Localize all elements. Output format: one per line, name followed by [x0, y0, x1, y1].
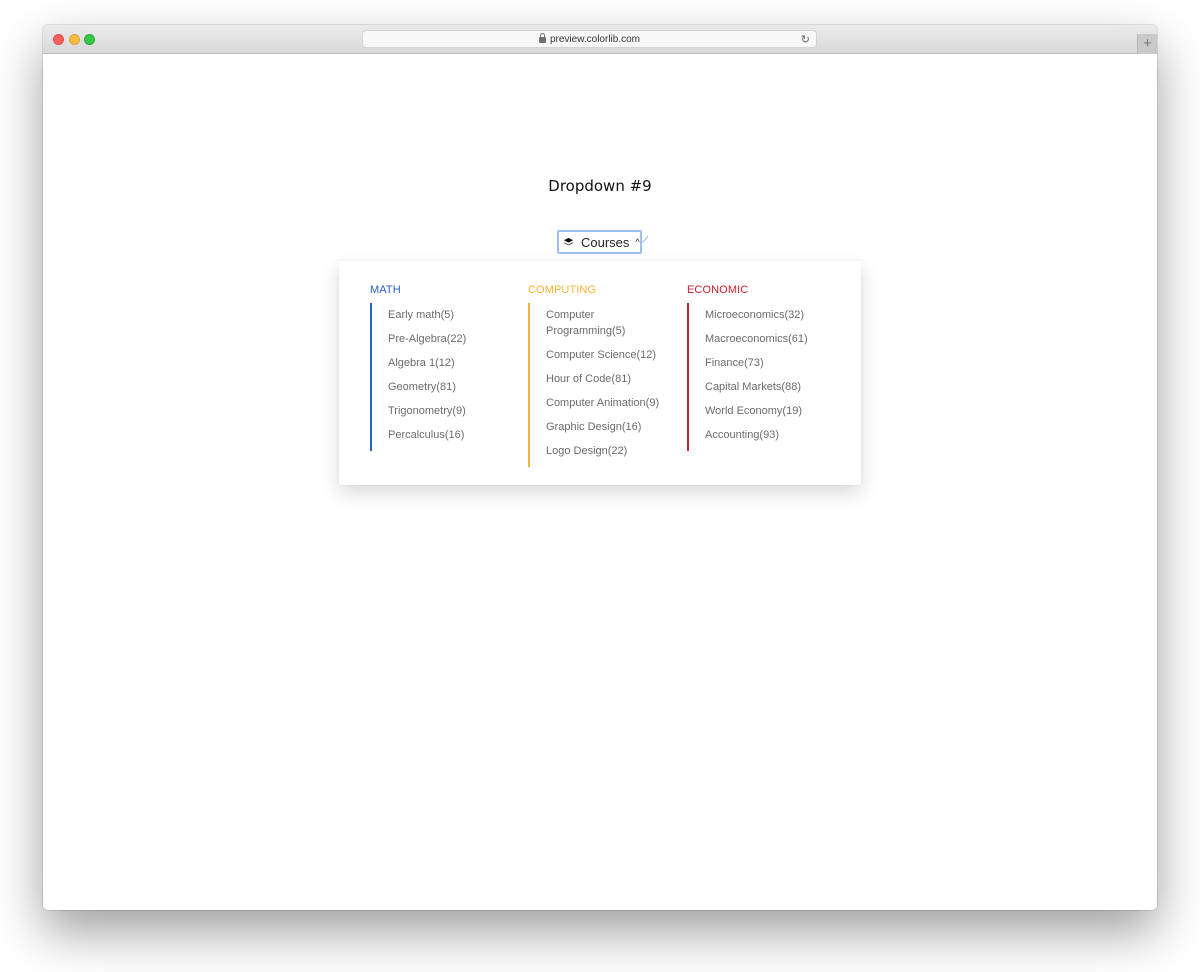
courses-dropdown-button[interactable]: Courses ^ — [557, 230, 642, 254]
lock-icon — [538, 33, 546, 43]
dropdown-label: Courses — [581, 234, 630, 250]
menu-column-heading: ECONOMIC — [687, 284, 749, 296]
menu-item[interactable]: Pre-Algebra(22) — [388, 327, 520, 351]
menu-item[interactable]: Hour of Code(81) — [546, 367, 678, 391]
menu-item-list: Microeconomics(32) Macroeconomics(61) Fina… — [687, 303, 837, 451]
menu-item[interactable]: Capital Markets(88) — [705, 375, 837, 399]
menu-column-heading: COMPUTING — [528, 284, 597, 296]
menu-item[interactable]: Microeconomics(32) — [705, 303, 837, 327]
menu-item[interactable]: Algebra 1(12) — [388, 351, 520, 375]
menu-column-math: MATH Early math(5) Pre-Algebra(22) Algebra … — [370, 284, 520, 451]
address-bar[interactable]: preview.colorlib.com ↻ — [362, 30, 817, 48]
menu-item[interactable]: Graphic Design(16) — [546, 415, 678, 439]
zoom-window-button[interactable] — [84, 34, 95, 45]
menu-item[interactable]: Percalculus(16) — [388, 423, 520, 451]
courses-dropdown-menu: MATH Early math(5) Pre-Algebra(22) Algebra … — [339, 261, 861, 485]
menu-item-list: Early math(5) Pre-Algebra(22) Algebra 1(12… — [370, 303, 520, 451]
menu-item[interactable]: Computer Programming(5) — [546, 303, 646, 343]
reload-icon[interactable]: ↻ — [801, 33, 810, 46]
browser-titlebar: preview.colorlib.com ↻ + — [43, 25, 1157, 54]
page-viewport: Dropdown #9 Courses ^ MATH Early math(5) P… — [43, 54, 1157, 910]
browser-window: preview.colorlib.com ↻ + Dropdown #9 Cou… — [43, 25, 1157, 910]
menu-column-economic: ECONOMIC Microeconomics(32) Macroeconomics… — [687, 284, 837, 451]
menu-column-heading: MATH — [370, 284, 401, 296]
page-title: Dropdown #9 — [548, 177, 652, 195]
menu-item-list: Computer Programming(5) Computer Science(… — [528, 303, 678, 467]
close-window-button[interactable] — [53, 34, 64, 45]
menu-item[interactable]: Logo Design(22) — [546, 439, 678, 467]
new-tab-button[interactable]: + — [1137, 34, 1157, 54]
menu-item[interactable]: Geometry(81) — [388, 375, 520, 399]
menu-item[interactable]: Finance(73) — [705, 351, 837, 375]
focus-outline-tick — [640, 235, 649, 243]
menu-item[interactable]: Accounting(93) — [705, 423, 837, 451]
menu-item[interactable]: Computer Science(12) — [546, 343, 678, 367]
menu-item[interactable]: Computer Animation(9) — [546, 391, 678, 415]
minimize-window-button[interactable] — [69, 34, 80, 45]
menu-item[interactable]: World Economy(19) — [705, 399, 837, 423]
menu-item[interactable]: Trigonometry(9) — [388, 399, 520, 423]
menu-column-computing: COMPUTING Computer Programming(5) Computer… — [528, 284, 678, 467]
layers-icon — [563, 237, 574, 245]
menu-item[interactable]: Early math(5) — [388, 303, 520, 327]
menu-item[interactable]: Macroeconomics(61) — [705, 327, 837, 351]
url-text: preview.colorlib.com — [549, 33, 641, 45]
